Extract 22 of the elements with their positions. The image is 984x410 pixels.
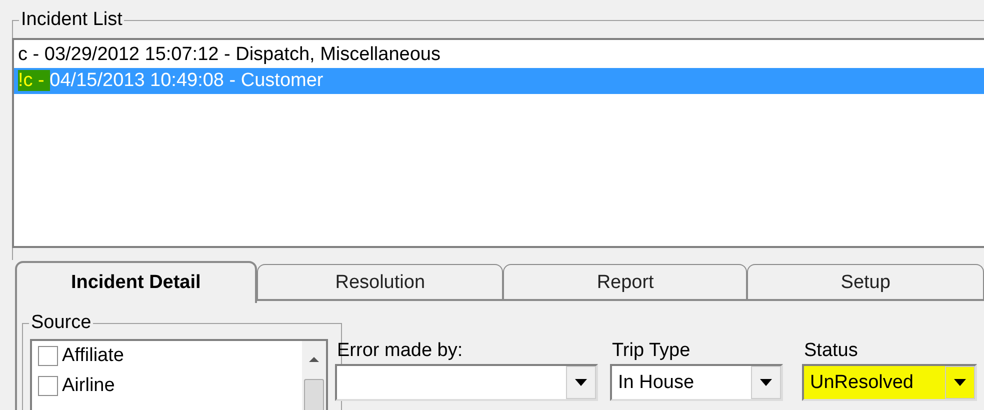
incident-item[interactable]: c - 03/29/2012 15:07:12 - Dispatch, Miscellaneous: [14, 42, 984, 68]
tab[interactable]: Incident Detail: [15, 261, 257, 303]
dropdown[interactable]: UnResolved: [802, 364, 977, 401]
tab[interactable]: Report: [503, 264, 748, 300]
caret-icon: [760, 379, 772, 386]
scroll-up-icon[interactable]: [308, 355, 320, 363]
caret-icon: [575, 379, 587, 386]
dropdown[interactable]: In House: [610, 364, 783, 401]
dropdown[interactable]: [335, 364, 598, 401]
caret-icon: [954, 379, 966, 386]
checkbox[interactable]: [38, 346, 58, 366]
checkbox[interactable]: [38, 376, 58, 396]
incident-list[interactable]: c - 03/29/2012 15:07:12 - Dispatch, Miscellaneous !c - 04/15/2013 10:49:08 - Customer: [12, 38, 984, 248]
field-label: Trip Type: [611, 339, 692, 363]
field-label: Status: [803, 339, 859, 363]
source-list[interactable]: Affiliate Airline: [30, 339, 328, 410]
tab[interactable]: Setup: [747, 264, 984, 300]
tab[interactable]: Resolution: [256, 264, 504, 300]
checkbox-label[interactable]: Airline: [62, 372, 115, 400]
scrollbar[interactable]: [302, 341, 326, 410]
field-label: Error made by:: [336, 339, 464, 363]
checkbox-label[interactable]: Affiliate: [62, 342, 124, 370]
